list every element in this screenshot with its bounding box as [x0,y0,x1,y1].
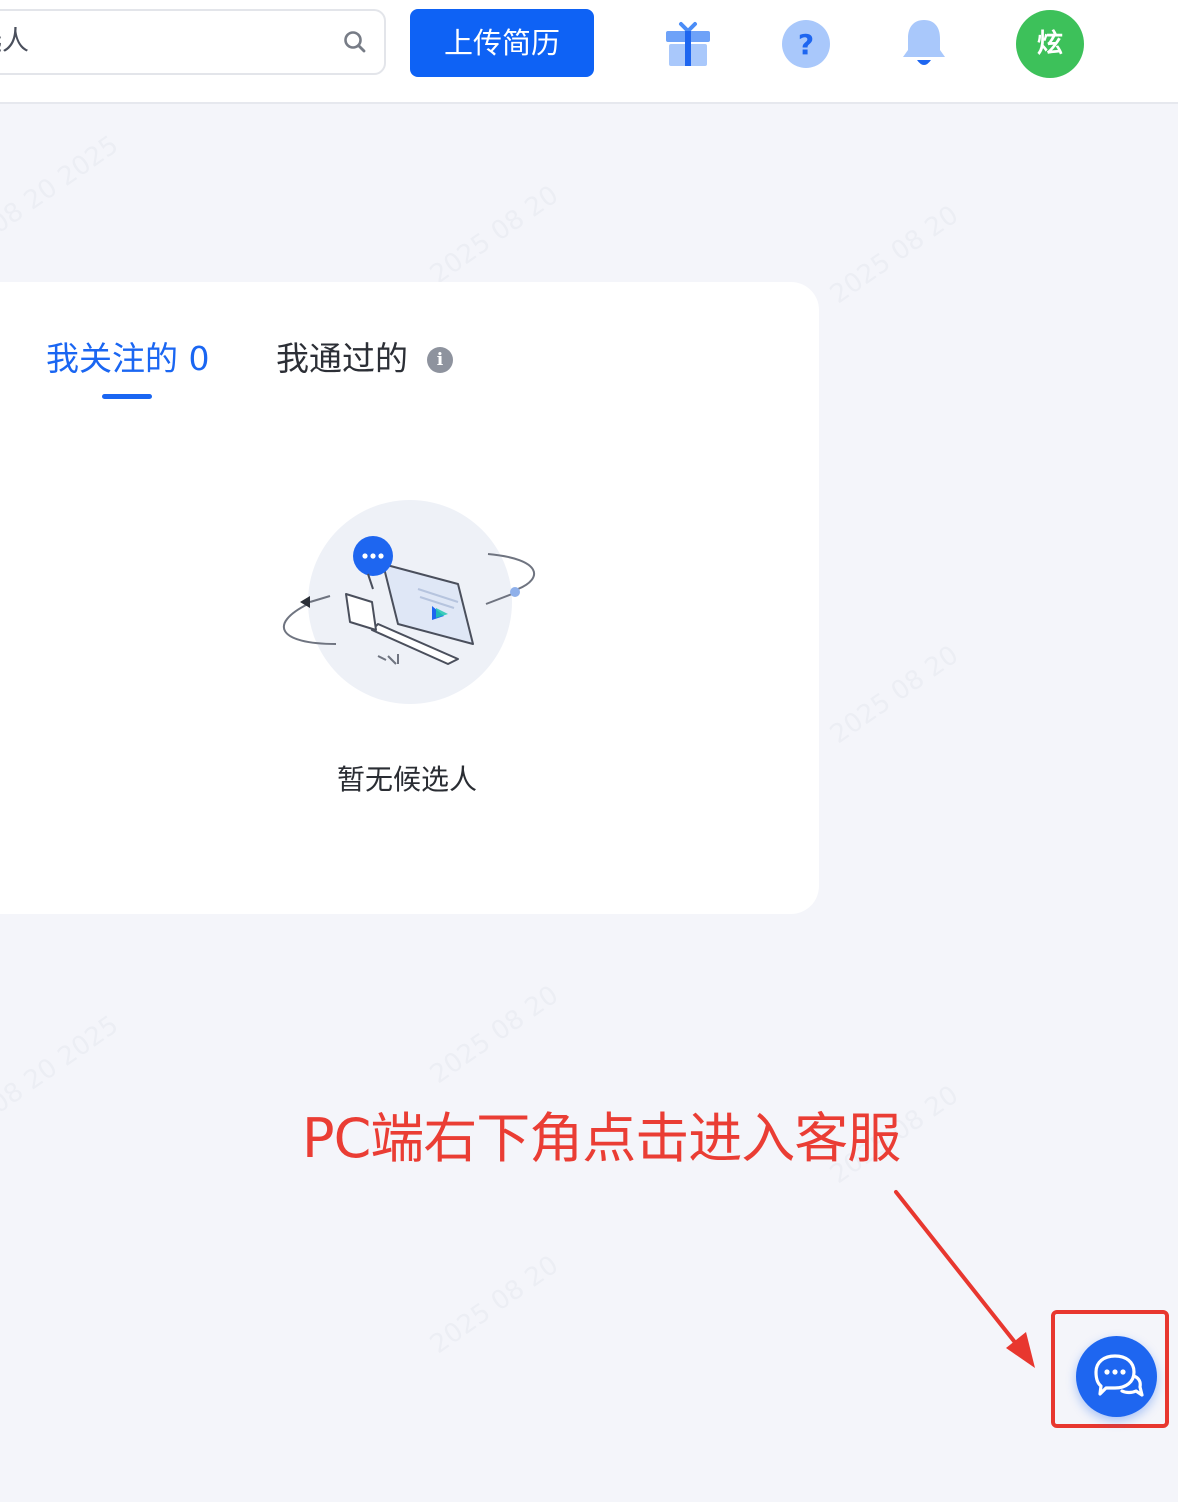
info-icon[interactable]: i [427,347,453,373]
watermark: 2025 08 20 [824,640,965,750]
watermark: 2025 08 20 [824,200,965,310]
top-bar: 候选人 上传简历 ? 炫 [0,0,1178,104]
empty-state-text: 暂无候选人 [336,763,477,796]
upload-resume-button[interactable]: 上传简历 [410,9,594,77]
active-tab-indicator [102,394,152,399]
tab-my-followed[interactable]: 我关注的 0 [46,338,210,380]
empty-candidates-illustration [282,500,535,704]
search-input-value: 候选人 [0,26,29,57]
question-icon[interactable]: ? [778,14,834,74]
user-avatar[interactable]: 炫 [1016,10,1084,78]
customer-service-chat-button[interactable] [1076,1336,1157,1417]
svg-text:?: ? [798,28,814,61]
watermark: 08 20 2025 [0,130,125,240]
watermark: 2025 08 20 [424,180,565,290]
annotation-arrow [894,1190,1035,1368]
watermark: 2025 08 20 [424,980,565,1090]
chat-bubbles-icon [1094,1354,1144,1397]
annotation-text: PC端右下角点击进入客服 [302,1107,901,1170]
watermark: 2025 08 20 [424,1250,565,1360]
search-icon[interactable] [342,29,368,55]
gift-icon[interactable] [660,14,716,74]
search-input[interactable]: 候选人 [0,9,386,75]
tab-my-passed[interactable]: 我通过的 [276,338,408,380]
watermark: 08 20 2025 [0,1010,125,1120]
bell-icon[interactable] [896,14,952,74]
